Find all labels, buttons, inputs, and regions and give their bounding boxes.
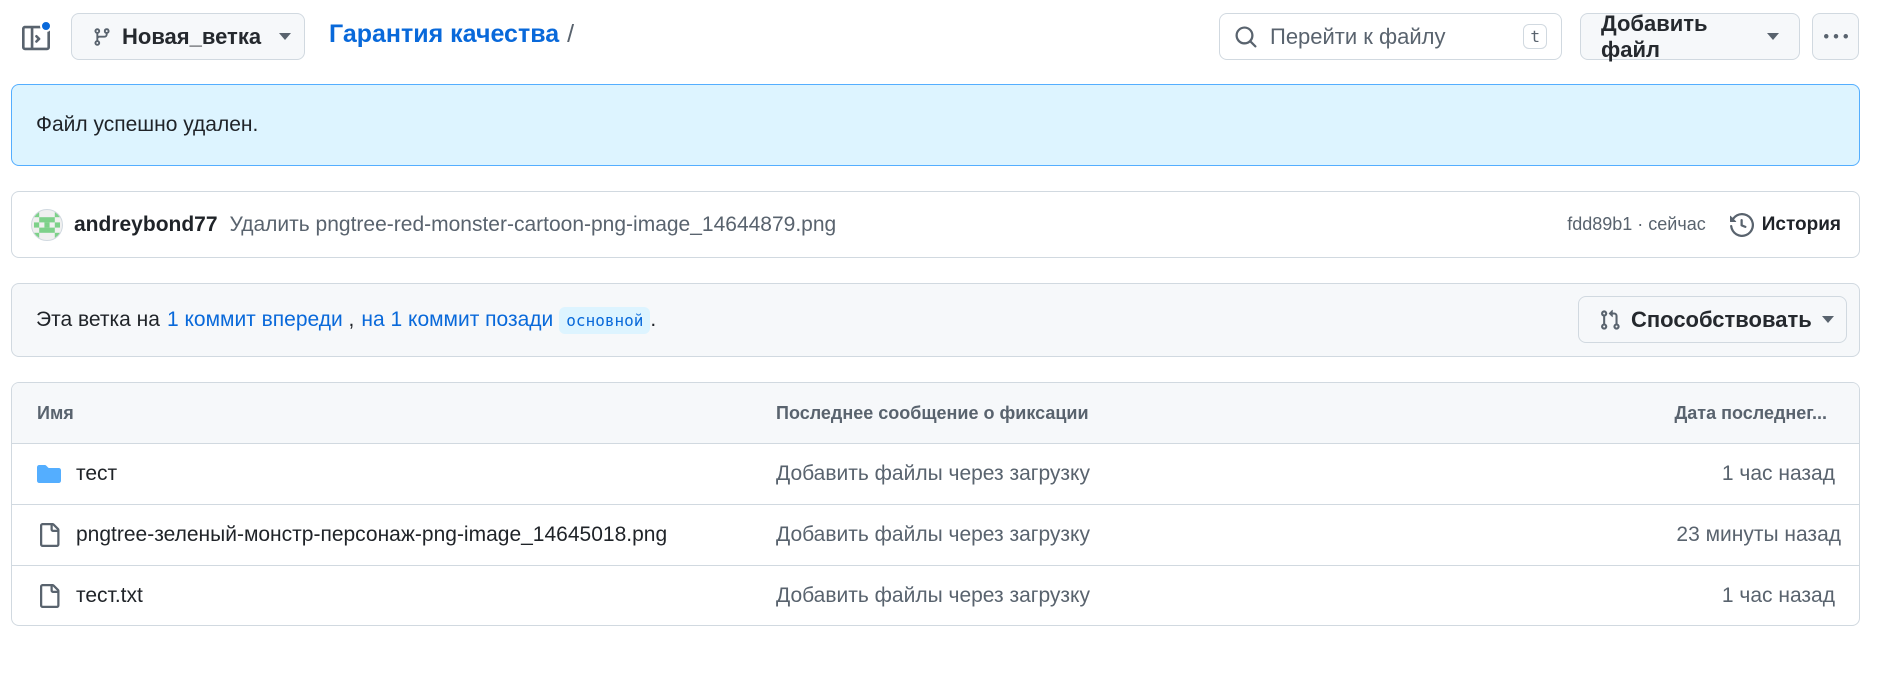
table-row[interactable]: тест.txt Добавить файлы через загрузку 1… (12, 566, 1859, 625)
branch-status-suffix: . (650, 308, 657, 331)
chevron-down-icon (1821, 316, 1834, 323)
more-options-button[interactable] (1812, 13, 1859, 60)
folder-icon (37, 463, 61, 485)
commit-message-link[interactable]: Добавить файлы через загрузку (776, 523, 1090, 547)
commit-date: 23 минуты назад (1676, 523, 1841, 546)
commit-sha-time[interactable]: fdd89b1 · сейчас (1567, 214, 1706, 235)
notification-dot (40, 20, 52, 32)
table-row[interactable]: pngtree-зеленый-монстр-персонаж-png-imag… (12, 505, 1859, 566)
add-file-button[interactable]: Добавить файл (1580, 10, 1800, 62)
latest-commit-bar: andreybond77 Удалить pngtree-red-monster… (11, 191, 1860, 258)
git-branch-icon (92, 27, 112, 47)
base-branch-badge[interactable]: основной (559, 306, 651, 334)
commit-message-link[interactable]: Добавить файлы через загрузку (776, 462, 1090, 486)
breadcrumb: Гарантия качества / (329, 20, 574, 49)
breadcrumb-separator: / (567, 20, 575, 48)
flash-message: Файл успешно удален. (36, 113, 259, 136)
file-name-link[interactable]: тест (76, 462, 117, 486)
branch-status-prefix: Эта ветка на (36, 308, 160, 331)
branch-status-separator: , (342, 308, 355, 331)
column-header-date: Дата последнег... (1674, 403, 1827, 423)
commit-message-link[interactable]: Удалить pngtree-red-monster-cartoon-png-… (230, 213, 1568, 237)
avatar[interactable] (31, 208, 63, 241)
file-table: Имя Последнее сообщение о фиксации Дата … (11, 382, 1860, 626)
search-shortcut-key: t (1523, 24, 1547, 49)
commit-message-link[interactable]: Добавить файлы через загрузку (776, 584, 1090, 608)
add-file-label: Добавить файл (1601, 10, 1708, 62)
sidebar-toggle-button[interactable] (14, 16, 58, 60)
history-button[interactable]: История (1729, 212, 1841, 237)
chevron-down-icon (1767, 33, 1779, 40)
contribute-button[interactable]: Способствовать (1578, 296, 1847, 343)
git-pull-request-icon (1599, 309, 1621, 331)
commit-author-link[interactable]: andreybond77 (74, 213, 218, 237)
kebab-horizontal-icon (1823, 25, 1848, 49)
history-label: История (1761, 213, 1841, 235)
commit-date: 1 час назад (1721, 584, 1835, 607)
go-to-file-search[interactable]: Перейти к файлу t (1219, 13, 1562, 60)
search-icon (1234, 25, 1258, 49)
column-header-name: Имя (37, 403, 74, 423)
file-icon (37, 523, 61, 547)
file-table-header: Имя Последнее сообщение о фиксации Дата … (12, 383, 1859, 444)
history-icon (1729, 212, 1754, 237)
table-row[interactable]: тест Добавить файлы через загрузку 1 час… (12, 444, 1859, 505)
contribute-label: Способствовать (1631, 306, 1812, 332)
file-icon (37, 584, 61, 608)
search-placeholder: Перейти к файлу (1270, 23, 1446, 49)
commit-date: 1 час назад (1721, 462, 1835, 485)
breadcrumb-repo-link[interactable]: Гарантия качества (329, 20, 559, 49)
chevron-down-icon (279, 33, 292, 40)
branch-selector-button[interactable]: Новая_ветка (71, 13, 305, 60)
file-name-link[interactable]: pngtree-зеленый-монстр-персонаж-png-imag… (76, 523, 667, 547)
branch-name: Новая_ветка (122, 23, 262, 49)
commits-behind-link[interactable]: на 1 коммит позади (361, 308, 553, 332)
file-name-link[interactable]: тест.txt (76, 584, 143, 608)
column-header-commit-message: Последнее сообщение о фиксации (776, 403, 1089, 423)
commits-ahead-link[interactable]: 1 коммит впереди (167, 308, 343, 332)
flash-success-banner: Файл успешно удален. (11, 84, 1860, 166)
